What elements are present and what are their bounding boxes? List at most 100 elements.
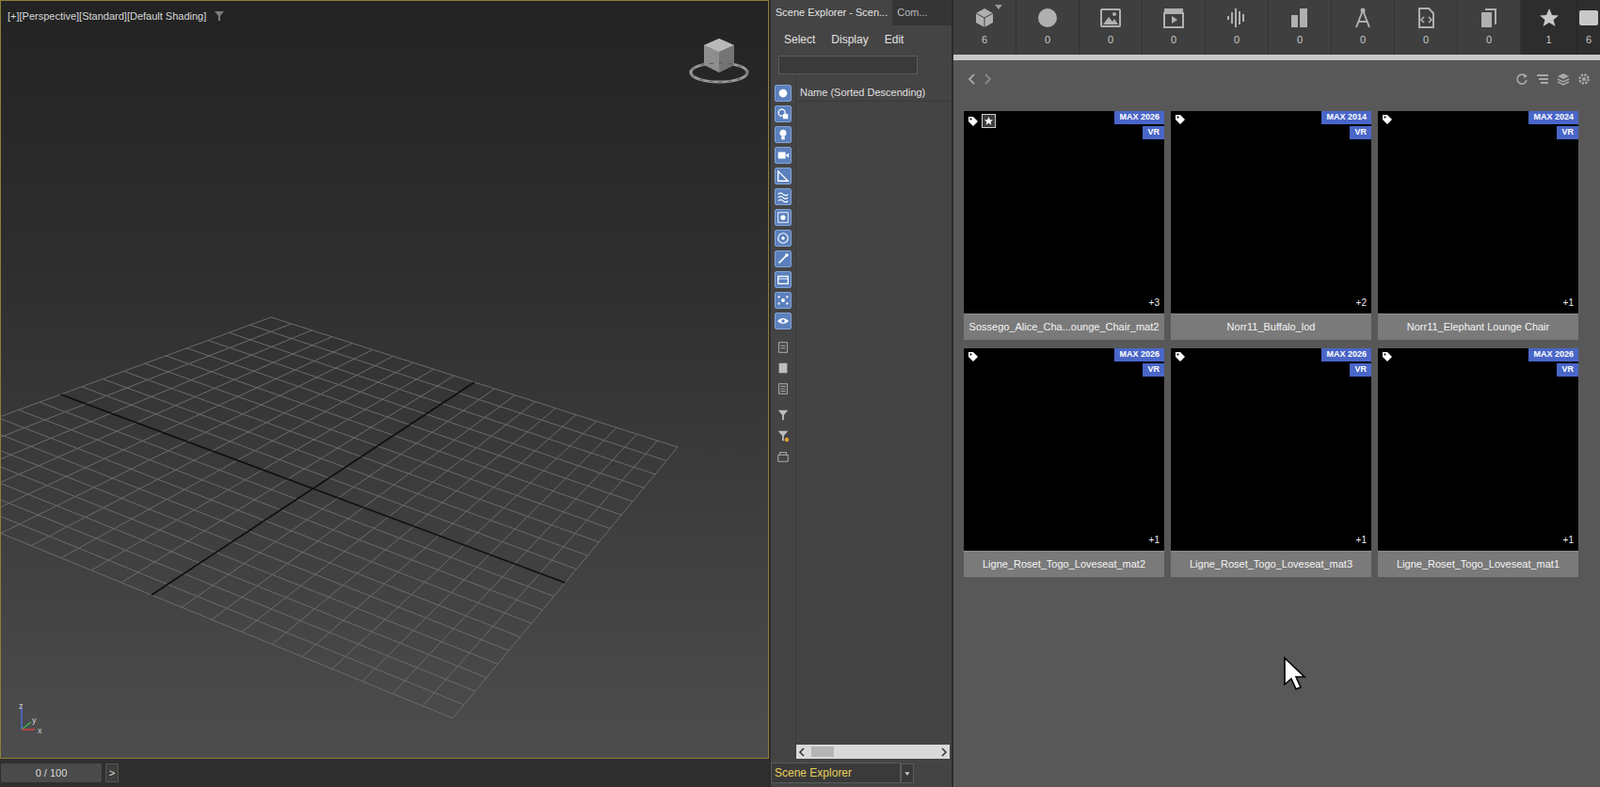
display-filter-icon[interactable] [774,448,792,465]
display-filter-icon[interactable] [774,188,792,206]
scroll-thumb[interactable] [811,746,834,757]
refresh-icon[interactable] [1515,72,1529,86]
category-icon[interactable] [1414,6,1438,30]
viewport-label[interactable]: [+][Perspective][Standard][Default Shadi… [0,0,768,25]
tag-icon[interactable] [1174,351,1186,363]
display-filter-icon[interactable] [774,271,792,288]
category-tab[interactable]: 6 [953,0,1017,55]
scene-list[interactable]: Name (Sorted Descending) [795,76,952,762]
category-icon[interactable] [1288,6,1312,30]
favorite-star-icon[interactable] [981,113,996,128]
back-icon[interactable] [966,72,978,86]
display-filter-icon[interactable] [774,250,792,268]
category-tab[interactable]: 0 [1331,0,1395,55]
asset-tile[interactable]: MAX 2026VR+1Ligne_Roset_Togo_Loveseat_ma… [1377,348,1579,577]
display-filter-icon[interactable] [774,312,792,330]
settings-gear-icon[interactable] [1577,72,1591,86]
explorer-tab[interactable]: Scene Explorer - Scen... [770,0,893,26]
tag-icon[interactable] [1381,113,1393,126]
scroll-left-icon[interactable] [796,746,808,758]
viewport-filter-icon[interactable] [213,10,225,22]
display-filter-icon[interactable] [774,406,792,424]
menu-item[interactable]: Display [831,31,868,48]
category-icon[interactable] [1477,6,1501,30]
horizontal-scrollbar[interactable] [796,744,950,759]
asset-tile[interactable]: MAX 2026VR+1Ligne_Roset_Togo_Loveseat_ma… [1170,348,1372,577]
asset-name[interactable]: Ligne_Roset_Togo_Loveseat_mat2 [963,550,1165,577]
asset-tile[interactable]: MAX 2014VR+2Norr11_Buffalo_lod [1170,111,1372,340]
asset-badges: MAX 2026VR [1114,348,1165,377]
asset-preview[interactable]: MAX 2026VR+1 [1377,348,1579,551]
category-tab[interactable]: 0 [1205,0,1269,55]
display-filter-icon[interactable] [774,427,792,445]
asset-preview[interactable]: MAX 2026VR+1 [1170,348,1372,551]
tag-icon[interactable] [967,351,979,363]
asset-name[interactable]: Sossego_Alice_Cha...ounge_Chair_mat2 [963,313,1165,340]
forward-icon[interactable] [981,72,993,86]
filter-toolbar [770,76,796,762]
display-filter-icon[interactable] [774,84,792,102]
category-icon[interactable] [1099,6,1122,30]
tag-icon[interactable] [1381,351,1393,363]
asset-tile[interactable]: MAX 2026VR+3Sossego_Alice_Cha...ounge_Ch… [963,111,1165,340]
asset-preview[interactable]: MAX 2026VR+3 [963,111,1165,314]
frame-counter[interactable]: 0 / 100 [0,763,102,784]
asset-tile[interactable]: MAX 2026VR+1Ligne_Roset_Togo_Loveseat_ma… [963,348,1165,577]
display-filter-icon[interactable] [774,338,792,356]
dropdown-icon[interactable] [994,4,1003,11]
explorer-dropdown[interactable]: Scene Explorer [770,762,901,784]
category-tab[interactable]: 0 [1268,0,1332,55]
next-frame-button[interactable]: > [105,763,119,784]
search-field[interactable] [778,55,918,75]
asset-preview[interactable]: MAX 2026VR+1 [963,348,1165,551]
perspective-viewport[interactable]: [+][Perspective][Standard][Default Shadi… [0,0,769,759]
category-tab[interactable]: 0 [1142,0,1206,55]
name-column-header[interactable]: Name (Sorted Descending) [796,83,952,103]
category-icon[interactable] [1036,6,1059,30]
display-filter-icon[interactable] [774,167,792,185]
version-badge: MAX 2014 [1321,111,1372,125]
category-tab[interactable]: 0 [1016,0,1080,55]
asset-name[interactable]: Ligne_Roset_Togo_Loveseat_mat3 [1170,550,1372,577]
display-filter-icon[interactable] [774,105,792,123]
display-filter-icon[interactable] [774,359,792,377]
category-icon[interactable] [1162,6,1185,30]
layers-icon[interactable] [1556,72,1570,86]
scene-list-area[interactable] [796,101,952,745]
display-filter-icon[interactable] [774,208,792,226]
category-icon[interactable] [1577,6,1600,30]
asset-tile[interactable]: MAX 2024VR+1Norr11_Elephant Lounge Chair [1377,111,1579,340]
scroll-right-icon[interactable] [938,746,950,758]
category-tab[interactable]: 1 [1520,0,1578,55]
category-icon[interactable] [1537,6,1561,30]
asset-name[interactable]: Norr11_Buffalo_lod [1170,313,1372,340]
menu-item[interactable]: Edit [884,31,905,48]
category-icon[interactable] [1225,6,1248,30]
time-slider[interactable]: 0 / 100> [0,758,769,787]
viewcube-icon[interactable] [687,34,752,90]
display-filter-icon[interactable] [774,146,792,164]
tag-icon[interactable] [967,115,979,128]
explorer-tab[interactable]: Com... [892,0,932,26]
list-icon[interactable] [1536,72,1550,86]
category-tab[interactable]: 0 [1394,0,1458,55]
asset-badges: MAX 2026VR [1321,348,1372,377]
display-filter-icon[interactable] [774,291,792,309]
display-filter-icon[interactable] [774,229,792,247]
asset-name[interactable]: Norr11_Elephant Lounge Chair [1377,313,1579,340]
tag-icon[interactable] [1174,113,1186,126]
display-filter-icon[interactable] [774,126,792,144]
asset-preview[interactable]: MAX 2014VR+2 [1170,111,1372,314]
category-count: 0 [1486,32,1492,48]
category-tab[interactable]: 0 [1079,0,1143,55]
asset-preview[interactable]: MAX 2024VR+1 [1377,111,1579,314]
viewport-menu-label[interactable]: [+][Perspective][Standard][Default Shadi… [7,8,207,25]
category-tab[interactable]: 6 [1577,0,1600,55]
category-icon[interactable] [1351,6,1375,30]
category-icon[interactable] [973,6,996,30]
category-tab[interactable]: 0 [1457,0,1521,55]
menu-item[interactable]: Select [784,31,816,48]
display-filter-icon[interactable] [774,380,792,398]
dropdown-arrow-icon[interactable] [900,763,914,784]
asset-name[interactable]: Ligne_Roset_Togo_Loveseat_mat1 [1377,550,1579,577]
